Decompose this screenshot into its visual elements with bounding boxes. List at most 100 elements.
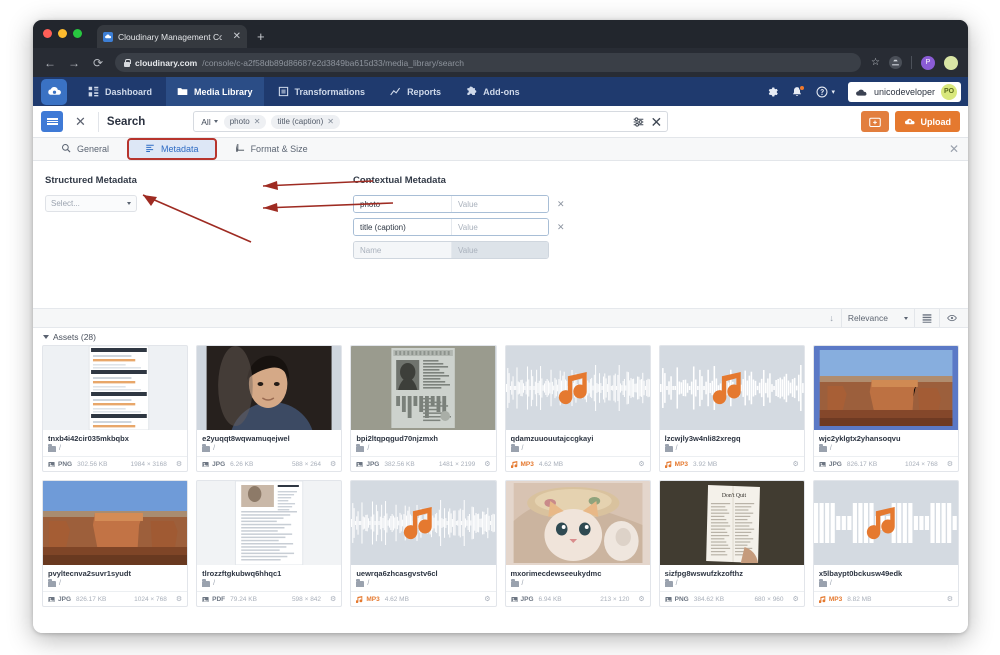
- metadata-panel: Structured Metadata Select... Contextual…: [33, 161, 968, 309]
- list-view-toggle[interactable]: [915, 309, 940, 327]
- search-chip-photo[interactable]: photo ✕: [223, 114, 267, 129]
- tab-metadata[interactable]: Metadata: [127, 138, 217, 160]
- settings-gear-icon[interactable]: [766, 86, 779, 98]
- search-chip-title-caption[interactable]: title (caption) ✕: [271, 114, 340, 129]
- copy-url-icon[interactable]: ⚙: [176, 460, 182, 468]
- close-search-icon[interactable]: ✕: [71, 115, 90, 128]
- copy-url-icon[interactable]: ⚙: [638, 460, 644, 468]
- sort-direction-icon[interactable]: ↓: [822, 313, 841, 323]
- copy-url-icon[interactable]: ⚙: [947, 595, 953, 603]
- nav-item-transformations[interactable]: Transformations: [267, 77, 377, 106]
- copy-url-icon[interactable]: ⚙: [484, 460, 490, 468]
- asset-card[interactable]: mxorimecdewseeukydmc / JPG 6.94 KB 213 ×…: [504, 480, 651, 607]
- asset-card-body: mxorimecdewseeukydmc /: [506, 565, 650, 587]
- back-icon[interactable]: ←: [43, 57, 57, 69]
- asset-card[interactable]: bpi2ltqpqgud70njzmxh / JPG 382.56 KB 148…: [350, 345, 497, 472]
- copy-url-icon[interactable]: ⚙: [484, 595, 490, 603]
- tab-general[interactable]: General: [45, 138, 125, 160]
- minimize-window-button[interactable]: [58, 29, 67, 38]
- asset-card[interactable]: tnxb4i42cir035mkbqbx / PNG 302.56 KB 198…: [42, 345, 189, 472]
- asset-format: PNG: [48, 461, 72, 468]
- browser-profile-avatar[interactable]: P: [921, 55, 935, 70]
- browser-menu-icon[interactable]: [944, 55, 958, 70]
- chevron-down-icon: [213, 120, 218, 123]
- asset-card[interactable]: uewrqa6zhcasgvstv6cl / MP3 4.62 MB ⚙: [350, 480, 497, 607]
- copy-url-icon[interactable]: ⚙: [947, 460, 953, 468]
- asset-card[interactable]: wjc2yklgtx2yhansoqvu / JPG 826.17 KB 102…: [812, 345, 959, 472]
- reload-icon[interactable]: ⟳: [91, 57, 105, 69]
- sidebar-toggle-button[interactable]: [41, 111, 63, 132]
- remove-contextual-row-icon[interactable]: ✕: [557, 199, 565, 210]
- search-query-box[interactable]: All photo ✕ title (caption) ✕ ✕: [193, 111, 669, 132]
- maximize-window-button[interactable]: [73, 29, 82, 38]
- preview-eye-icon[interactable]: [940, 309, 964, 327]
- copy-url-icon[interactable]: ⚙: [330, 595, 336, 603]
- structured-metadata-select[interactable]: Select...: [45, 195, 137, 212]
- folder-icon: [818, 578, 827, 587]
- help-icon[interactable]: ▾: [816, 86, 835, 98]
- remove-contextual-row-icon[interactable]: ✕: [557, 222, 565, 233]
- asset-folder: /: [202, 443, 336, 452]
- contextual-name-input[interactable]: photo: [354, 196, 452, 212]
- cloudinary-logo[interactable]: [41, 78, 67, 105]
- contextual-field-photo[interactable]: photo Value: [353, 195, 549, 213]
- new-tab-button[interactable]: +: [257, 29, 265, 44]
- copy-url-icon[interactable]: ⚙: [793, 595, 799, 603]
- close-window-button[interactable]: [43, 29, 52, 38]
- asset-format-label: MP3: [520, 460, 534, 468]
- contextual-value-input[interactable]: Value: [452, 219, 548, 235]
- asset-size: 382.56 KB: [384, 460, 415, 468]
- asset-card[interactable]: qdamzuuouutajccgkayi / MP3 4.62 MB ⚙: [504, 345, 651, 472]
- bookmark-star-icon[interactable]: ☆: [871, 57, 880, 68]
- account-avatar: PO: [941, 83, 957, 100]
- url-input[interactable]: cloudinary.com /console/c-a2f58db89d8668…: [115, 53, 862, 72]
- nav-item-dashboard[interactable]: Dashboard: [77, 77, 163, 106]
- asset-card[interactable]: x5lbaypt0bckusw49edk / MP3 8.82 MB ⚙: [812, 480, 959, 607]
- tab-format-size[interactable]: Format & Size: [219, 138, 324, 160]
- close-tabs-panel-icon[interactable]: ✕: [949, 143, 968, 155]
- music-note-icon: [818, 595, 826, 603]
- assets-count-toggle[interactable]: Assets (28): [43, 332, 96, 342]
- copy-url-icon[interactable]: ⚙: [176, 595, 182, 603]
- notifications-icon[interactable]: [791, 84, 806, 98]
- asset-card[interactable]: tlrozzftgkubwq6hhqc1 / PDF 79.24 KB 598 …: [196, 480, 343, 607]
- nav-item-reports[interactable]: Reports: [379, 77, 452, 106]
- asset-card[interactable]: lzcwjly3w4nli82xregq / MP3 3.92 MB ⚙: [658, 345, 805, 472]
- upload-button[interactable]: Upload: [894, 111, 960, 132]
- music-note-icon: [356, 595, 363, 603]
- contextual-name-input[interactable]: Name: [354, 242, 452, 258]
- folder-icon: [356, 443, 365, 452]
- contextual-field-title-caption[interactable]: title (caption) Value: [353, 218, 549, 236]
- contextual-name-input[interactable]: title (caption): [354, 219, 452, 235]
- create-folder-button[interactable]: [860, 111, 889, 132]
- search-scope-dropdown[interactable]: All: [201, 117, 218, 127]
- crop-icon: [235, 143, 245, 155]
- filter-settings-icon[interactable]: [633, 116, 644, 127]
- browser-tab[interactable]: Cloudinary Management Console ✕: [97, 25, 247, 48]
- asset-card-body: sizfpg8wswufzkzofthz /: [660, 565, 804, 587]
- account-chip[interactable]: unicodeveloper PO: [847, 81, 961, 102]
- header-divider: [97, 111, 99, 132]
- nav-item-add-ons[interactable]: Add-ons: [455, 77, 531, 106]
- asset-size: 826.17 KB: [846, 460, 878, 468]
- copy-url-icon[interactable]: ⚙: [793, 460, 799, 468]
- chip-remove-icon[interactable]: ✕: [327, 117, 334, 126]
- clear-search-icon[interactable]: ✕: [651, 115, 663, 129]
- asset-format: JPG: [48, 596, 71, 603]
- extension-icon[interactable]: [889, 56, 902, 69]
- asset-card[interactable]: Don't Quit sizfpg8wswufzkzofthz / PNG 38…: [658, 480, 805, 607]
- contextual-value-input[interactable]: Value: [452, 242, 548, 258]
- browser-address-bar: ← → ⟳ cloudinary.com /console/c-a2f58db8…: [33, 48, 968, 77]
- sort-by-dropdown[interactable]: Relevance: [840, 309, 915, 327]
- copy-url-icon[interactable]: ⚙: [330, 460, 336, 468]
- asset-card[interactable]: e2yuqqt8wqwamuqejwel / JPG 6.26 KB 588 ×…: [196, 345, 343, 472]
- tab-close-icon[interactable]: ✕: [233, 31, 241, 42]
- nav-item-media-library[interactable]: Media Library: [166, 77, 264, 106]
- contextual-value-input[interactable]: Value: [452, 196, 548, 212]
- copy-url-icon[interactable]: ⚙: [638, 595, 644, 603]
- asset-card[interactable]: pvyltecnva2suvr1syudt / JPG 826.17 KB 10…: [42, 480, 189, 607]
- forward-icon[interactable]: →: [67, 57, 81, 69]
- contextual-field-new[interactable]: Name Value: [353, 241, 549, 259]
- asset-folder-path: /: [59, 580, 61, 587]
- chip-remove-icon[interactable]: ✕: [254, 117, 261, 126]
